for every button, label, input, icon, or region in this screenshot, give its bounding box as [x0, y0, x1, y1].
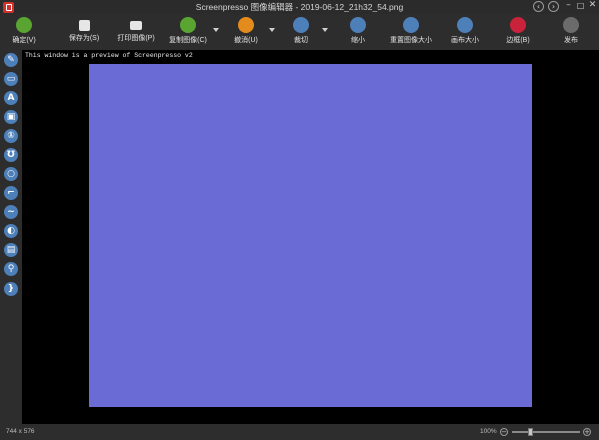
save-as-button-label: 保存为(S) — [68, 35, 100, 42]
cloud-publish-icon — [563, 17, 579, 33]
text-tool-button[interactable]: A — [4, 91, 18, 105]
publish-button[interactable]: 发布 — [556, 17, 586, 50]
image-insert-icon: ▤ — [6, 245, 16, 255]
undo-button[interactable]: 撤消(U) — [228, 17, 264, 50]
blur-tool-button[interactable]: ◐ — [4, 224, 18, 238]
drawing-tools-sidebar: ✎ ▭ A ▣ ① Ʊ ○ ⌐ ~ ◐ ▤ ⚲ } — [0, 50, 22, 424]
zoom-out-icon[interactable]: − — [500, 428, 508, 436]
pen-tool-button[interactable]: ✎ — [4, 53, 18, 67]
border-frame-icon — [510, 17, 526, 33]
title-bar: Screenpresso 图像编辑器 - 2019-06-12_21h32_54… — [0, 0, 599, 14]
edited-image[interactable] — [89, 64, 532, 407]
canvas-size-button[interactable]: 画布大小 — [445, 17, 485, 50]
resize-image-button-label: 重置图像大小 — [390, 37, 432, 44]
magnet-icon: Ʊ — [7, 150, 15, 160]
checkmark-save-icon — [16, 17, 32, 33]
undo-button-label: 撤消(U) — [234, 37, 258, 44]
canvas-size-button-label: 画布大小 — [451, 37, 479, 44]
print-button[interactable]: 打印图像(P) — [113, 17, 159, 50]
printer-icon — [130, 21, 142, 30]
crop-options-dropdown[interactable] — [322, 28, 328, 32]
bracket-icon: } — [7, 284, 15, 294]
image-dimensions: 744 x 576 — [6, 428, 35, 435]
curve-tool-button[interactable]: ~ — [4, 205, 18, 219]
canvas-size-icon — [457, 17, 473, 33]
copy-options-dropdown[interactable] — [213, 28, 219, 32]
shrink-button[interactable]: 缩小 — [343, 17, 373, 50]
status-bar: 744 x 576 100% − + — [0, 424, 599, 440]
resize-image-icon — [403, 17, 419, 33]
minimize-icon[interactable]: – — [563, 1, 574, 12]
resize-image-button[interactable]: 重置图像大小 — [386, 17, 436, 50]
shrink-icon — [350, 17, 366, 33]
callout-icon: ▣ — [6, 112, 16, 122]
ellipse-tool-button[interactable]: ○ — [4, 167, 18, 181]
crop-button-label: 裁切 — [294, 37, 308, 44]
print-button-label: 打印图像(P) — [117, 35, 155, 42]
zoom-in-icon[interactable]: + — [583, 428, 591, 436]
step-number-tool-button[interactable]: ① — [4, 129, 18, 143]
ok-button[interactable]: 确定(V) — [6, 17, 42, 50]
crop-button[interactable]: 裁切 — [286, 17, 316, 50]
ok-button-label: 确定(V) — [12, 37, 36, 44]
image-editor-window: Screenpresso 图像编辑器 - 2019-06-12_21h32_54… — [0, 0, 599, 440]
rectangle-tool-button[interactable]: ▭ — [4, 72, 18, 86]
zoom-slider[interactable] — [512, 428, 580, 436]
blur-drop-icon: ◐ — [7, 226, 15, 236]
toolbar: 确定(V) 保存为(S) 打印图像(P) 复制图像(C) 撤消(U) 裁切 缩小 — [0, 14, 599, 50]
back-icon[interactable]: ‹ — [533, 1, 544, 12]
ellipse-icon: ○ — [7, 169, 15, 179]
undo-icon — [238, 17, 254, 33]
step-number-icon: ① — [7, 131, 15, 141]
close-icon[interactable]: ✕ — [587, 1, 598, 12]
crop-icon — [293, 17, 309, 33]
editor-canvas[interactable]: This window is a preview of Screenpresso… — [22, 50, 599, 424]
bracket-tool-button[interactable]: } — [4, 282, 18, 296]
copy-icon — [180, 17, 196, 33]
lasso-icon: ⌐ — [7, 188, 15, 198]
preview-notice: This window is a preview of Screenpresso… — [25, 52, 193, 59]
text-icon: A — [7, 93, 15, 103]
copy-image-button-label: 复制图像(C) — [169, 37, 207, 44]
magnifier-tool-button[interactable]: ⚲ — [4, 262, 18, 276]
copy-image-button[interactable]: 复制图像(C) — [163, 17, 213, 50]
floppy-disk-icon — [78, 20, 90, 31]
callout-tool-button[interactable]: ▣ — [4, 110, 18, 124]
image-insert-tool-button[interactable]: ▤ — [4, 243, 18, 257]
rectangle-icon: ▭ — [6, 74, 16, 84]
border-button[interactable]: 边框(B) — [500, 17, 536, 50]
save-as-button[interactable]: 保存为(S) — [62, 17, 106, 50]
zoom-slider-thumb[interactable] — [527, 428, 533, 436]
window-title: Screenpresso 图像编辑器 - 2019-06-12_21h32_54… — [195, 2, 404, 12]
shrink-button-label: 缩小 — [351, 37, 365, 44]
zoom-percentage: 100% — [480, 428, 497, 435]
pen-icon: ✎ — [7, 55, 15, 65]
maximize-icon[interactable]: □ — [575, 1, 586, 12]
magnifier-icon: ⚲ — [7, 264, 15, 274]
magnet-tool-button[interactable]: Ʊ — [4, 148, 18, 162]
undo-history-dropdown[interactable] — [269, 28, 275, 32]
publish-button-label: 发布 — [564, 37, 578, 44]
border-button-label: 边框(B) — [506, 37, 530, 44]
forward-icon[interactable]: › — [548, 1, 559, 12]
lasso-tool-button[interactable]: ⌐ — [4, 186, 18, 200]
curve-icon: ~ — [7, 207, 15, 217]
